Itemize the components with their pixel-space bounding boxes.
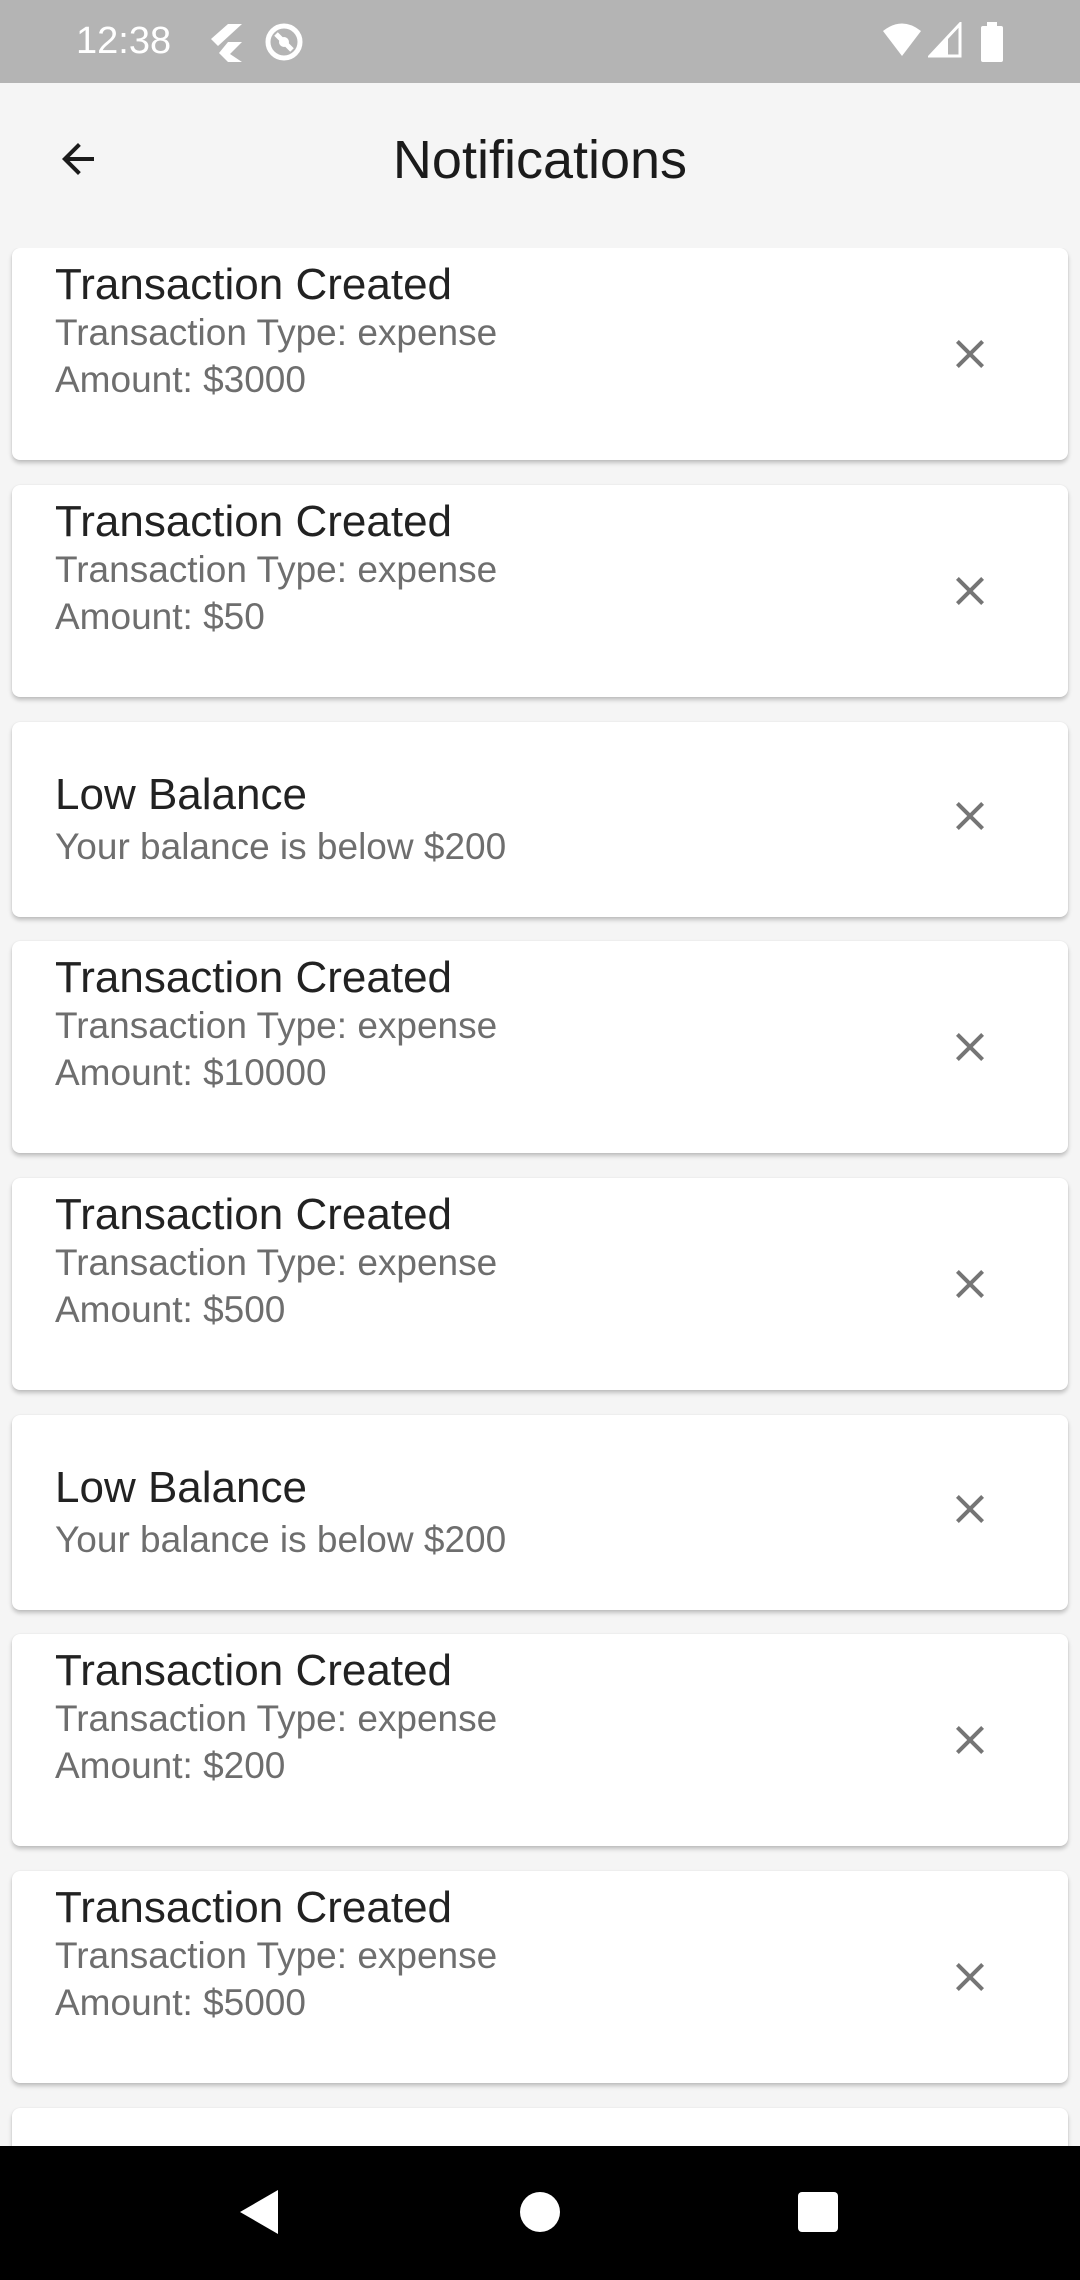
notification-title: Low Balance (55, 770, 307, 819)
notification-line: Transaction Type: expense (55, 1242, 498, 1283)
signal-icon (926, 20, 962, 63)
notification-card: Low Balance Your balance is below $200 (12, 722, 1068, 917)
dismiss-button[interactable] (918, 1234, 1022, 1338)
notification-card-partial (12, 2108, 1068, 2146)
dismiss-button[interactable] (918, 1690, 1022, 1794)
dismiss-button[interactable] (918, 1459, 1022, 1563)
notification-line: Amount: $50 (55, 596, 265, 637)
notification-title: Transaction Created (55, 497, 453, 546)
app-bar: Notifications (0, 83, 1080, 243)
recents-square-icon (797, 2191, 839, 2238)
notification-line: Transaction Type: expense (55, 1935, 498, 1976)
close-icon (946, 1485, 994, 1538)
home-circle-icon (518, 2190, 562, 2239)
notification-line: Amount: $200 (55, 1745, 286, 1786)
notification-line: Transaction Type: expense (55, 1698, 498, 1739)
wifi-icon (882, 22, 922, 63)
flutter-icon (206, 22, 244, 67)
close-icon (946, 330, 994, 383)
notification-line: Transaction Type: expense (55, 549, 498, 590)
status-bar: 12:38 (0, 0, 1080, 83)
notification-card: Transaction Created Transaction Type: ex… (12, 1871, 1068, 2083)
dismiss-button[interactable] (918, 304, 1022, 408)
notification-line: Your balance is below $200 (55, 826, 507, 867)
notification-title: Transaction Created (55, 260, 453, 309)
notifications-list[interactable]: Transaction Created Transaction Type: ex… (0, 248, 1080, 2146)
close-icon (946, 567, 994, 620)
sync-icon (264, 22, 304, 67)
close-icon (946, 1023, 994, 1076)
notification-line: Amount: $10000 (55, 1052, 327, 1093)
notification-card: Transaction Created Transaction Type: ex… (12, 1178, 1068, 1390)
dismiss-button[interactable] (918, 1927, 1022, 2031)
notification-title: Transaction Created (55, 1646, 453, 1695)
nav-home-button[interactable] (505, 2179, 575, 2249)
status-time: 12:38 (76, 20, 172, 62)
close-icon (946, 1260, 994, 1313)
notification-title: Transaction Created (55, 1190, 453, 1239)
notification-card: Transaction Created Transaction Type: ex… (12, 485, 1068, 697)
notification-line: Transaction Type: expense (55, 1005, 498, 1046)
notification-line: Amount: $3000 (55, 359, 306, 400)
battery-icon (980, 22, 1004, 67)
dismiss-button[interactable] (918, 997, 1022, 1101)
notification-card: Transaction Created Transaction Type: ex… (12, 941, 1068, 1153)
notification-card: Transaction Created Transaction Type: ex… (12, 1634, 1068, 1846)
notification-line: Transaction Type: expense (55, 312, 498, 353)
back-triangle-icon (236, 2187, 282, 2242)
notification-title: Transaction Created (55, 953, 453, 1002)
notification-line: Amount: $500 (55, 1289, 286, 1330)
close-icon (946, 792, 994, 845)
notification-card: Low Balance Your balance is below $200 (12, 1415, 1068, 1610)
nav-recents-button[interactable] (783, 2179, 853, 2249)
navigation-bar (0, 2146, 1080, 2280)
dismiss-button[interactable] (918, 541, 1022, 645)
dismiss-button[interactable] (918, 766, 1022, 870)
notification-line: Your balance is below $200 (55, 1519, 507, 1560)
page-title: Notifications (392, 130, 688, 190)
nav-back-button[interactable] (224, 2179, 294, 2249)
notification-line: Amount: $5000 (55, 1982, 306, 2023)
notification-card: Transaction Created Transaction Type: ex… (12, 248, 1068, 460)
notification-title: Low Balance (55, 1463, 307, 1512)
notification-title: Transaction Created (55, 1883, 453, 1932)
close-icon (946, 1716, 994, 1769)
close-icon (946, 1953, 994, 2006)
